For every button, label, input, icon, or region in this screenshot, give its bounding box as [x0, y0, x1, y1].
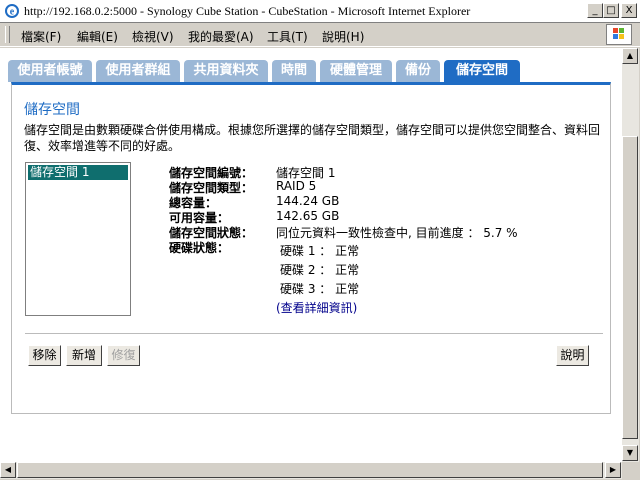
tab-backup[interactable]: 備份: [396, 60, 440, 82]
menu-view[interactable]: 檢視(V): [132, 28, 174, 45]
disk-status-3: 硬碟 3 ： 正常: [280, 282, 360, 296]
help-button[interactable]: 說明: [556, 345, 589, 366]
menu-favorites[interactable]: 我的最愛(A): [188, 28, 254, 45]
tab-storage[interactable]: 儲存空間: [444, 60, 520, 82]
scroll-corner: [622, 462, 639, 479]
windows-logo-icon: [606, 24, 632, 45]
menu-file[interactable]: 檔案(F): [21, 28, 61, 45]
horizontal-scroll-thumb[interactable]: [17, 462, 603, 478]
tab-bar: 使用者帳號 使用者群組 共用資料夾 時間 硬體管理 備份 儲存空間: [8, 60, 608, 82]
divider: [25, 333, 603, 334]
free-capacity-value: 142.65 GB: [276, 209, 340, 223]
minimize-button[interactable]: _: [587, 3, 603, 18]
disk-status-1: 硬碟 1 ： 正常: [280, 244, 360, 258]
page-title: 儲存空間: [24, 102, 80, 118]
scroll-up-icon[interactable]: ▲: [622, 48, 638, 64]
storage-panel: 儲存空間 儲存空間是由數顆硬碟合併使用構成。根據您所選擇的儲存空間類型，儲存空間…: [11, 82, 611, 414]
disk-status-2: 硬碟 2 ： 正常: [280, 263, 360, 277]
toolbar-grip[interactable]: [5, 26, 10, 43]
volume-type-value: RAID 5: [276, 179, 317, 193]
tab-time[interactable]: 時間: [272, 60, 316, 82]
tab-user-groups[interactable]: 使用者群組: [96, 60, 180, 82]
vertical-scrollbar[interactable]: ▲ ▼: [622, 48, 639, 462]
vertical-scroll-thumb[interactable]: [622, 136, 638, 439]
total-capacity-value: 144.24 GB: [276, 194, 340, 208]
page-description: 儲存空間是由數顆硬碟合併使用構成。根據您所選擇的儲存空間類型，儲存空間可以提供您…: [24, 123, 601, 153]
list-item[interactable]: 儲存空間 1: [28, 165, 128, 180]
remove-button[interactable]: 移除: [28, 345, 61, 366]
menu-tools[interactable]: 工具(T): [267, 28, 308, 45]
scroll-left-icon[interactable]: ◀: [0, 462, 16, 478]
view-details-link[interactable]: (查看詳細資訊): [276, 299, 357, 316]
menu-help[interactable]: 說明(H): [322, 28, 364, 45]
window-title: http://192.168.0.2:5000 - Synology Cube …: [24, 4, 471, 18]
tab-user-accounts[interactable]: 使用者帳號: [8, 60, 92, 82]
menu-edit[interactable]: 編輯(E): [77, 28, 118, 45]
title-bar: e http://192.168.0.2:5000 - Synology Cub…: [0, 0, 640, 23]
svg-text:e: e: [10, 7, 15, 18]
menu-bar: 檔案(F) 編輯(E) 檢視(V) 我的最愛(A) 工具(T) 說明(H): [0, 23, 640, 47]
repair-button: 修復: [107, 345, 140, 366]
internet-explorer-icon: e: [5, 4, 19, 18]
maximize-button[interactable]: □: [603, 3, 619, 18]
close-button[interactable]: X: [621, 3, 637, 18]
page-viewport: 使用者帳號 使用者群組 共用資料夾 時間 硬體管理 備份 儲存空間 儲存空間 儲…: [0, 48, 622, 462]
add-button[interactable]: 新增: [66, 345, 102, 366]
scroll-down-icon[interactable]: ▼: [622, 445, 638, 461]
disk-status-label: 硬碟狀態：: [169, 241, 230, 255]
volume-status-value: 同位元資料一致性檢查中, 目前進度 ： 5.7 %: [276, 226, 518, 240]
tab-hardware[interactable]: 硬體管理: [320, 60, 392, 82]
volume-list[interactable]: 儲存空間 1: [25, 162, 131, 316]
tab-shared-folders[interactable]: 共用資料夾: [184, 60, 268, 82]
scroll-right-icon[interactable]: ▶: [605, 462, 621, 478]
horizontal-scrollbar[interactable]: ◀ ▶: [0, 462, 622, 479]
